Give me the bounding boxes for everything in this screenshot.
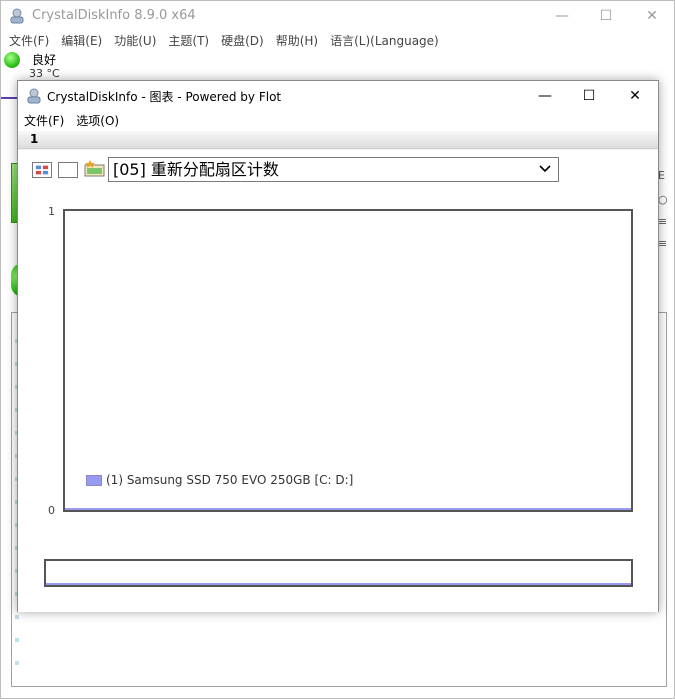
close-icon[interactable]: ✕ [629,3,675,29]
graph-title-bar[interactable]: CrystalDiskInfo - 图表 - Powered by Flot —… [18,81,658,111]
right-edge-fragment: ○ [658,193,668,206]
graph-menu-options[interactable]: 选项(O) [70,111,125,131]
graph-status-bar: 1 [18,131,658,149]
attribute-select[interactable]: [05] 重新分配扇区计数 [108,157,559,182]
health-status-text: 良好 [32,53,57,67]
folder-star-icon[interactable] [84,160,105,177]
crystaldiskinfo-app-icon [27,88,41,104]
chevron-down-icon [539,165,551,173]
menu-theme[interactable]: 主题(T) [162,31,215,51]
y-tick-label: 0 [48,504,55,517]
crystaldiskinfo-app-icon [10,8,24,24]
right-edge-fragment: ≡ [658,237,668,250]
graph-menu-file[interactable]: 文件(F) [18,111,70,131]
right-edge-fragment: E [658,169,665,182]
menu-disk[interactable]: 硬盘(D) [215,31,270,51]
menu-function[interactable]: 功能(U) [108,31,162,51]
graph-window: CrystalDiskInfo - 图表 - Powered by Flot —… [17,80,659,612]
legend-label: (1) Samsung SSD 750 EVO 250GB [C: D:] [106,473,354,487]
overview-series-line [46,583,631,585]
right-edge-fragment: ≡ [658,215,668,228]
status-value: 1 [30,132,39,146]
chart-plot-area[interactable] [63,209,633,512]
maximize-icon[interactable]: ☐ [583,3,629,29]
graph-window-title: CrystalDiskInfo - 图表 - Powered by Flot [47,90,282,104]
temperature-text: 33 °C [29,67,60,80]
maximize-icon[interactable]: ☐ [566,83,612,109]
menu-file[interactable]: 文件(F) [1,31,55,51]
y-tick-label: 1 [48,205,55,218]
menu-help[interactable]: 帮助(H) [270,31,324,51]
menu-edit[interactable]: 编辑(E) [55,31,108,51]
close-icon[interactable]: ✕ [612,83,658,109]
series-line [65,508,631,510]
menu-language[interactable]: 语言(L)(Language) [324,31,445,51]
minimize-icon[interactable]: — [522,83,568,109]
blank-view-button[interactable] [58,162,78,178]
legend-swatch [86,475,102,486]
minimize-icon[interactable]: — [539,3,585,29]
health-status-icon[interactable] [4,52,20,68]
main-menu-bar: 文件(F) 编辑(E) 功能(U) 主题(T) 硬盘(D) 帮助(H) 语言(L)(Lang… [1,31,674,51]
main-window-title: CrystalDiskInfo 8.9.0 x64 [32,8,196,23]
attribute-select-value: [05] 重新分配扇区计数 [113,160,279,179]
overview-chart[interactable] [44,559,633,587]
main-title-bar[interactable]: CrystalDiskInfo 8.9.0 x64 — ☐ ✕ [1,1,674,31]
multi-disk-icon[interactable] [32,162,52,178]
graph-menu-bar: 文件(F) 选项(O) [18,111,658,131]
